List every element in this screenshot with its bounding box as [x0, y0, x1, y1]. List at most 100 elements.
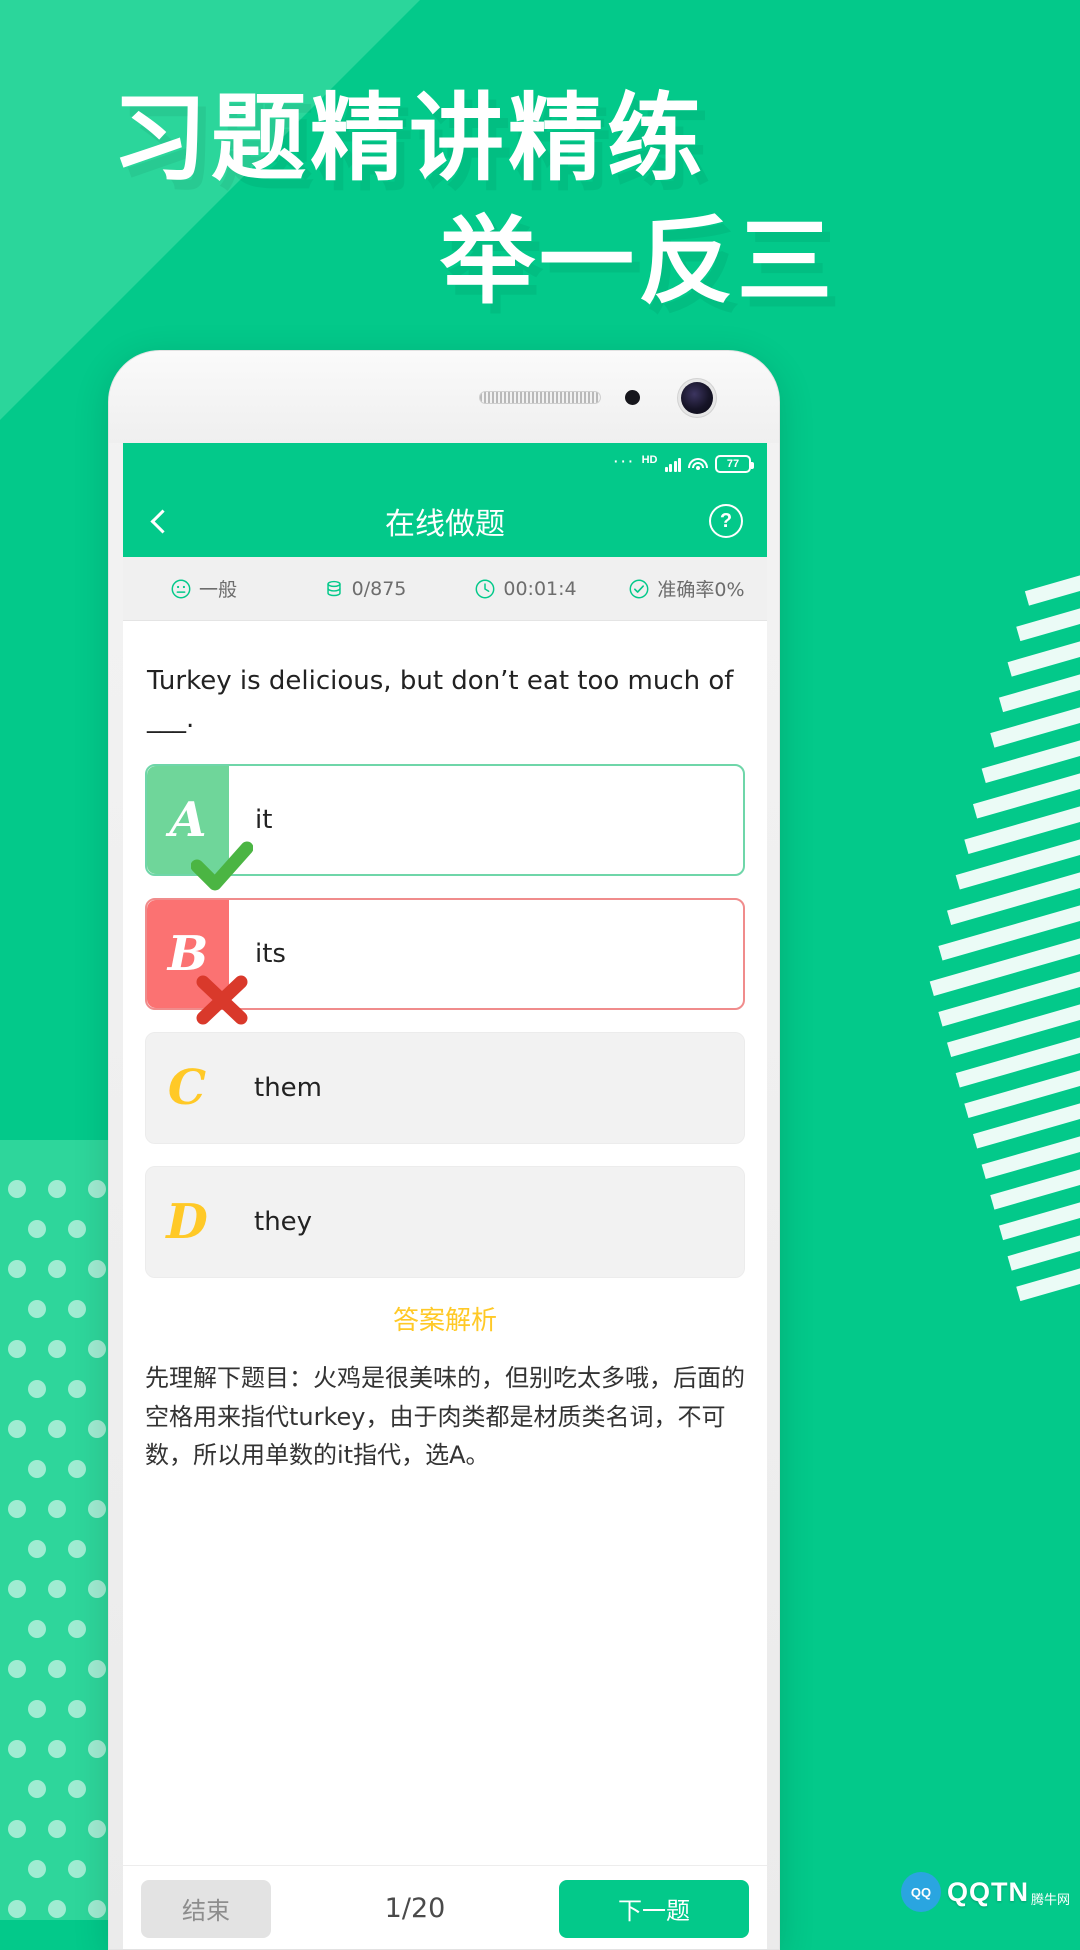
hd-label: HD [641, 453, 658, 466]
database-stack-icon [326, 580, 341, 596]
clock-icon [475, 579, 495, 598]
background-dot [28, 1860, 46, 1878]
bottom-action-bar: 结束 1/20 下一题 [123, 1865, 767, 1949]
phone-mockup: ··· HD 77 在线做题 ? 一般 0/875 00:01:4 准确率0% … [108, 350, 780, 1950]
background-dot [48, 1900, 66, 1918]
stat-progress: 0/875 [284, 578, 445, 600]
background-dot [88, 1260, 106, 1278]
background-dot [88, 1500, 106, 1518]
background-stripe [1007, 636, 1080, 677]
background-dot [28, 1460, 46, 1478]
background-dot [68, 1380, 86, 1398]
background-dot [48, 1420, 66, 1438]
stat-accuracy: 准确率0% [606, 575, 767, 602]
background-dot [88, 1340, 106, 1358]
page-indicator: 1/20 [384, 1893, 446, 1924]
signal-bars-icon [664, 456, 681, 472]
background-dot [88, 1820, 106, 1838]
background-dot [88, 1180, 106, 1198]
background-dot [28, 1220, 46, 1238]
next-question-button[interactable]: 下一题 [559, 1879, 749, 1938]
background-dot [28, 1300, 46, 1318]
status-dots: ··· [612, 451, 635, 472]
background-dot [88, 1900, 106, 1918]
background-dot [28, 1620, 46, 1638]
proximity-sensor-icon [625, 390, 640, 405]
headline-line-1: 习题精讲精练 [112, 84, 707, 194]
background-dot [8, 1500, 26, 1518]
background-dot [68, 1540, 86, 1558]
option-a[interactable]: A it [145, 764, 745, 891]
answer-section-title: 答案解析 [392, 1306, 497, 1337]
background-dot [8, 1580, 26, 1598]
background-dot [48, 1820, 66, 1838]
option-c-letter: C [146, 1033, 228, 1144]
background-dot-pattern [0, 1180, 126, 1920]
promo-headline: 习题精讲精练 举一反三 [0, 0, 1080, 310]
question-body: Turkey is delicious, but don’t eat too m… [123, 621, 767, 1475]
stat-timer: 00:01:4 [445, 578, 606, 600]
option-b-text: its [255, 939, 286, 970]
background-dot [48, 1740, 66, 1758]
watermark-badge: QQ [900, 1872, 941, 1912]
background-dot [8, 1820, 26, 1838]
battery-icon: 77 [715, 455, 754, 473]
status-bar: ··· HD 77 [123, 443, 767, 485]
background-dot [28, 1780, 46, 1798]
background-stripe [1016, 1263, 1080, 1302]
background-dot [48, 1180, 66, 1198]
background-dot [88, 1420, 106, 1438]
app-header: 在线做题 ? [123, 485, 767, 557]
option-c[interactable]: C them [145, 1032, 745, 1145]
watermark-text: QQTN [946, 1876, 1029, 1907]
background-dot [68, 1700, 86, 1718]
watermark: QQ QQTN 腾牛网 [900, 1872, 1070, 1912]
background-stripe [1007, 1230, 1080, 1271]
background-stripe [1024, 570, 1080, 606]
option-d-letter: D [146, 1167, 228, 1278]
background-dot [48, 1660, 66, 1678]
option-d[interactable]: D they [145, 1166, 745, 1279]
background-dot [8, 1420, 26, 1438]
background-dot [68, 1860, 86, 1878]
question-mark-icon[interactable]: ? [709, 504, 743, 538]
option-b[interactable]: B its [145, 898, 745, 1025]
background-dot [48, 1340, 66, 1358]
cross-mark-icon [196, 975, 248, 1025]
earpiece-speaker-icon [479, 391, 601, 404]
background-dot [8, 1340, 26, 1358]
background-dot [8, 1180, 26, 1198]
wifi-icon [688, 457, 708, 472]
stat-difficulty-label: 一般 [198, 579, 237, 601]
answer-explanation: 先理解下题目：火鸡是很美味的，但别吃太多哦，后面的空格用来指代turkey，由于… [145, 1364, 745, 1470]
background-dot [48, 1580, 66, 1598]
background-dot [88, 1740, 106, 1758]
phone-bezel-top [109, 351, 779, 443]
watermark-subtext: 腾牛网 [1030, 1892, 1070, 1907]
background-dot [48, 1260, 66, 1278]
background-dot [68, 1780, 86, 1798]
check-mark-icon [191, 841, 253, 891]
background-dot [68, 1300, 86, 1318]
background-dot [88, 1660, 106, 1678]
end-button[interactable]: 结束 [141, 1879, 271, 1938]
background-dot [88, 1580, 106, 1598]
question-text: Turkey is delicious, but don’t eat too m… [147, 666, 734, 734]
option-d-text: they [228, 1167, 744, 1278]
background-dot [68, 1220, 86, 1238]
background-stripe-pattern [910, 570, 1080, 1310]
smiley-face-icon [171, 579, 191, 598]
stat-accuracy-label: 准确率0% [657, 579, 745, 601]
background-dot [8, 1740, 26, 1758]
phone-screen: ··· HD 77 在线做题 ? 一般 0/875 00:01:4 准确率0% … [123, 443, 767, 1949]
stat-timer-label: 00:01:4 [503, 577, 577, 600]
back-chevron-icon[interactable] [145, 504, 179, 538]
background-dot [28, 1540, 46, 1558]
stat-difficulty: 一般 [123, 575, 284, 602]
background-dot [28, 1700, 46, 1718]
stat-progress-label: 0/875 [351, 577, 407, 600]
front-camera-icon [681, 382, 713, 414]
background-dot [48, 1500, 66, 1518]
option-c-text: them [228, 1033, 744, 1144]
background-dot [68, 1460, 86, 1478]
